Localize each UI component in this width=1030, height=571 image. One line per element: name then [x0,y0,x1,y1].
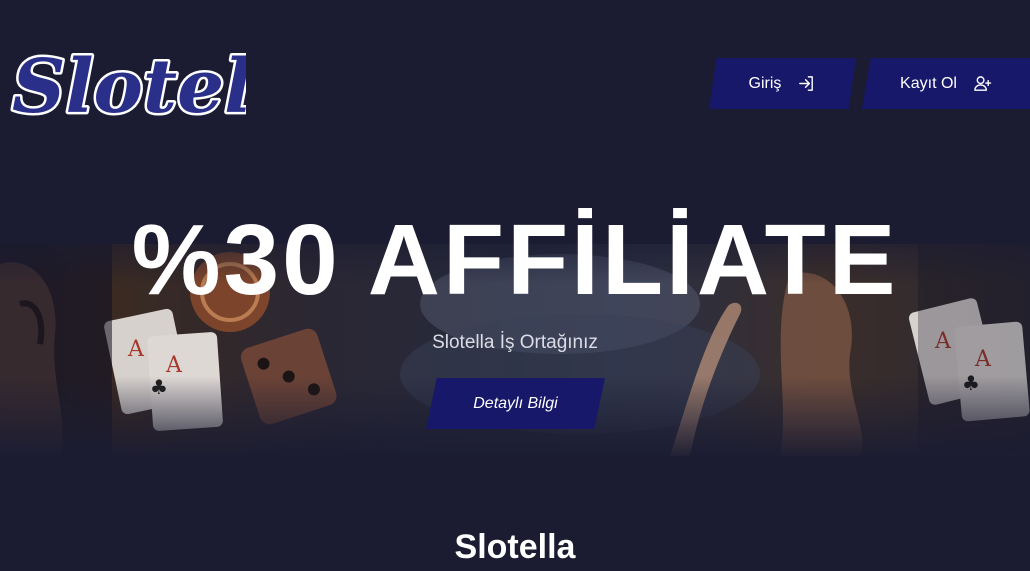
details-button-label: Detaylı Bilgi [473,394,558,412]
page: Slotella Giriş Kayıt Ol [0,0,1030,571]
site-logo[interactable]: Slotella [6,34,247,131]
login-button[interactable]: Giriş [709,58,856,109]
add-user-icon [973,74,992,93]
register-label: Kayıt Ol [900,74,957,92]
details-button[interactable]: Detaylı Bilgi [426,378,605,429]
login-label: Giriş [748,74,782,92]
login-icon [797,74,816,93]
hero-title: %30 AFFİLİATE [131,204,899,316]
section-title: Slotella [454,528,576,566]
register-button[interactable]: Kayıt Ol [862,58,1030,109]
logo-graphic: Slotella [10,42,247,131]
logo-text: Slotella [12,44,246,130]
hero-subtitle: Slotella İş Ortağınız [432,332,598,353]
